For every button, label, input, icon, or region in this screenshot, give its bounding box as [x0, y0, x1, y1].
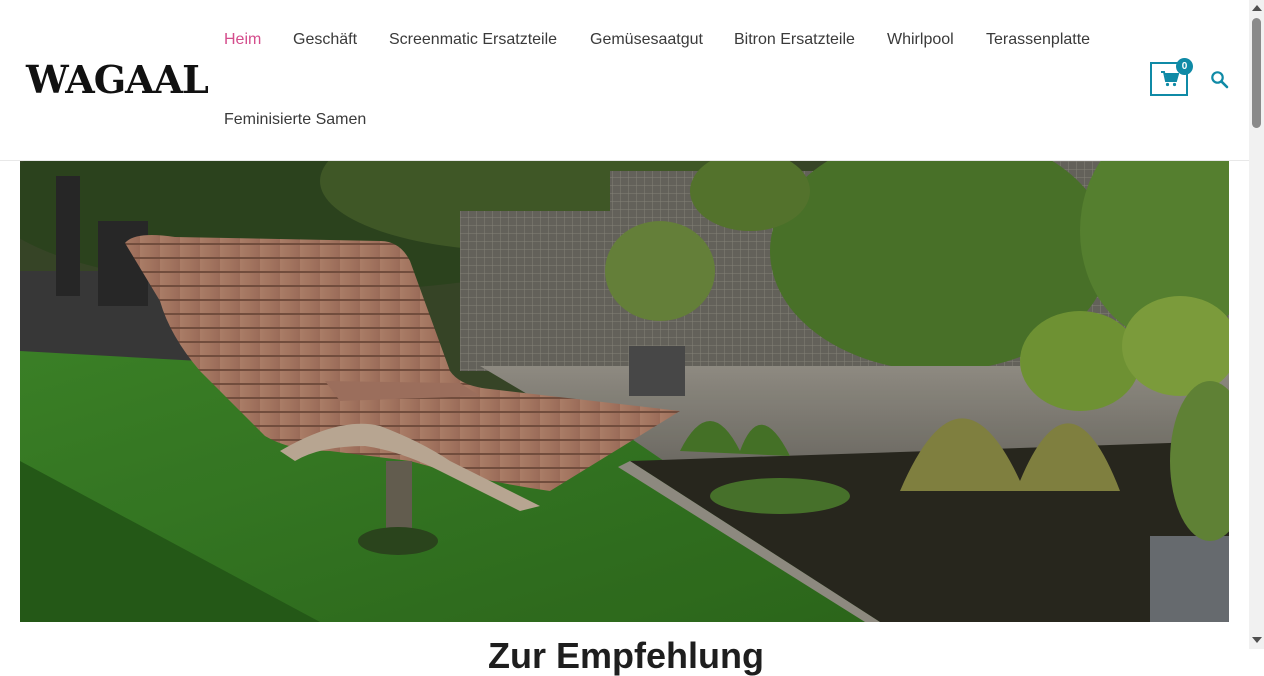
nav-item-gemuesesaatgut[interactable]: Gemüsesaatgut [590, 30, 703, 50]
cart-count-badge: 0 [1176, 58, 1193, 75]
scroll-up-arrow-icon[interactable] [1252, 5, 1262, 11]
nav-item-screenmatic-ersatzteile[interactable]: Screenmatic Ersatzteile [389, 30, 557, 50]
hero-image [20, 161, 1229, 622]
scroll-down-arrow-icon[interactable] [1252, 637, 1262, 643]
nav-item-terassenplatte[interactable]: Terassenplatte [986, 30, 1090, 50]
garden-lounger-image [20, 161, 1229, 622]
site-logo[interactable]: WAGAAL [26, 57, 209, 103]
search-icon[interactable] [1210, 70, 1230, 90]
section-heading: Zur Empfehlung [488, 635, 764, 676]
nav-item-feminisierte-samen[interactable]: Feminisierte Samen [224, 110, 366, 130]
scrollbar-thumb[interactable] [1252, 18, 1261, 128]
shopping-cart-icon [1161, 71, 1179, 87]
nav-item-bitron-ersatzteile[interactable]: Bitron Ersatzteile [734, 30, 855, 50]
nav-item-geschaeft[interactable]: Geschäft [293, 30, 357, 50]
page-scrollbar[interactable] [1249, 0, 1264, 649]
nav-item-whirlpool[interactable]: Whirlpool [887, 30, 954, 50]
nav-item-heim[interactable]: Heim [224, 30, 261, 50]
site-header: WAGAAL Heim Geschäft Screenmatic Ersatzt… [0, 0, 1249, 161]
